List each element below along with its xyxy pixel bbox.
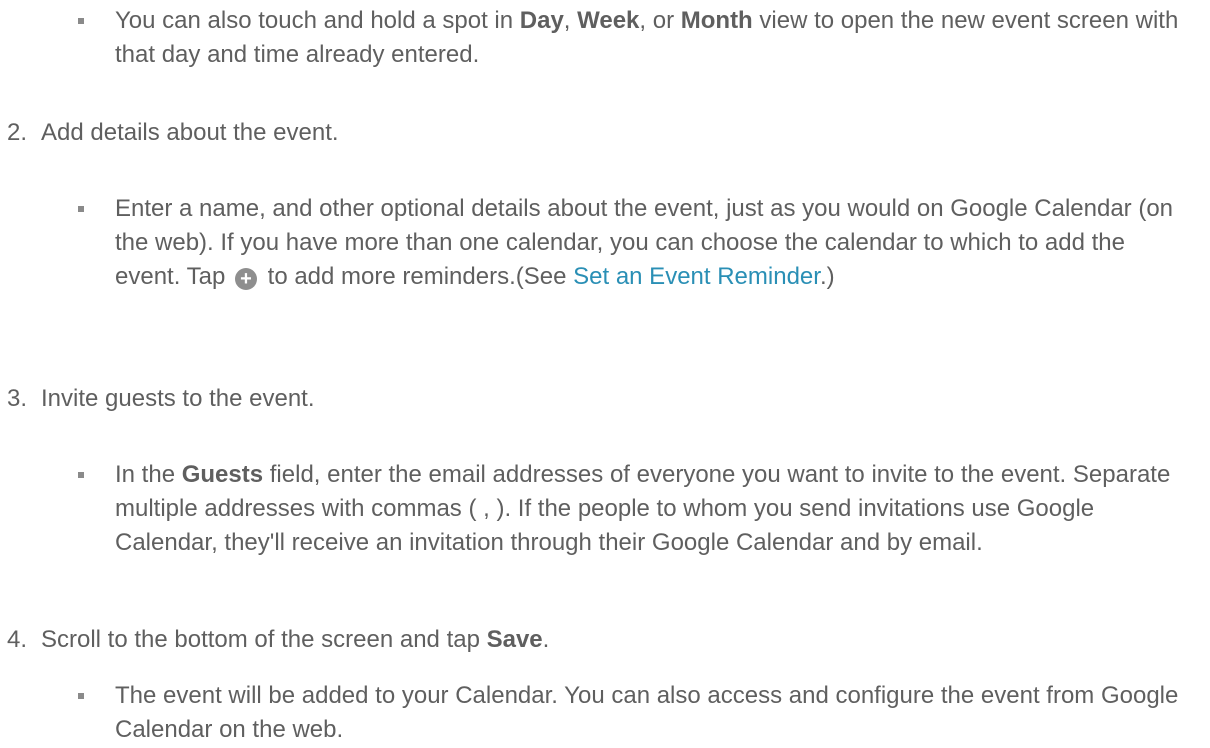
bold-month: Month: [680, 7, 753, 34]
text-segment: The event will be added to your Calendar…: [115, 682, 1179, 743]
set-event-reminder-link[interactable]: Set an Event Reminder: [573, 263, 820, 290]
text-segment: , or: [639, 7, 681, 34]
bullet-text: In the Guests field, enter the email add…: [115, 458, 1188, 560]
bullet-square-icon: [78, 206, 84, 212]
step-3: 3. Invite guests to the event.: [7, 382, 1187, 416]
bullet-add-details: Enter a name, and other optional details…: [78, 192, 1188, 294]
bullet-event-added: The event will be added to your Calendar…: [78, 679, 1188, 747]
text-segment: .): [819, 263, 835, 290]
bold-save: Save: [486, 626, 543, 653]
step-number: 3.: [7, 385, 28, 412]
bullet-text: You can also touch and hold a spot in Da…: [115, 4, 1188, 72]
bullet-text: Enter a name, and other optional details…: [115, 192, 1188, 294]
text-segment: .: [542, 626, 550, 653]
bullet-square-icon: [78, 472, 84, 478]
bold-week: Week: [577, 7, 640, 34]
instructions-page: You can also touch and hold a spot in Da…: [0, 0, 1210, 748]
text-segment: ,: [563, 7, 578, 34]
bold-day: Day: [519, 7, 564, 34]
text-segment: field, enter the email addresses of ever…: [115, 461, 1171, 556]
bullet-invite-guests: In the Guests field, enter the email add…: [78, 458, 1188, 560]
step-4: 4. Scroll to the bottom of the screen and…: [7, 623, 1187, 657]
bullet-touch-hold: You can also touch and hold a spot in Da…: [78, 4, 1188, 72]
bullet-square-icon: [78, 693, 84, 699]
bullet-text: The event will be added to your Calendar…: [115, 679, 1188, 747]
text-segment: to add more reminders.(See: [260, 263, 574, 290]
text-segment: In the: [115, 461, 182, 488]
step-number: 2.: [7, 119, 28, 146]
step-text: Add details about the event.: [41, 119, 339, 146]
step-text: Scroll to the bottom of the screen and t…: [41, 626, 487, 653]
step-2: 2. Add details about the event.: [7, 116, 1187, 150]
bold-guests: Guests: [181, 461, 264, 488]
step-number: 4.: [7, 626, 28, 653]
text-segment: You can also touch and hold a spot in: [115, 7, 520, 34]
step-text: Invite guests to the event.: [41, 385, 315, 412]
plus-circle-icon: +: [234, 268, 257, 290]
bullet-square-icon: [78, 18, 84, 24]
